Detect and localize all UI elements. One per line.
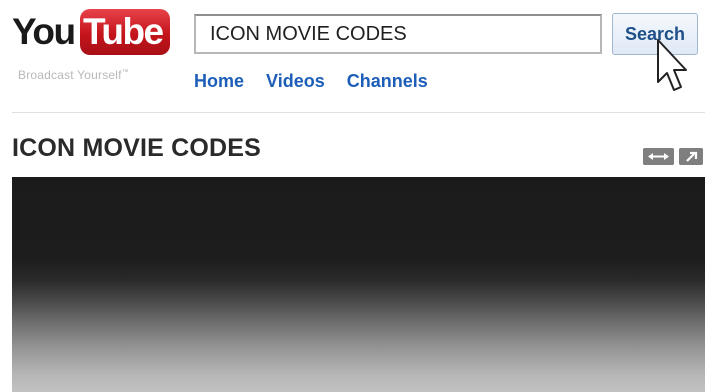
header-divider xyxy=(12,112,705,113)
video-title: ICON MOVIE CODES xyxy=(12,134,262,162)
page: You Tube Broadcast Yourself™ Search Home… xyxy=(0,0,705,392)
nav-link-videos[interactable]: Videos xyxy=(266,68,325,96)
tagline-text: Broadcast Yourself xyxy=(18,68,122,82)
search-input[interactable] xyxy=(194,14,602,54)
logo-tube-text: Tube xyxy=(83,11,164,52)
popout-arrow-icon[interactable] xyxy=(679,148,703,165)
trademark-mark: ™ xyxy=(121,69,129,76)
youtube-logo[interactable]: You Tube xyxy=(12,8,170,68)
mouse-pointer-icon xyxy=(655,38,695,100)
nav-link-channels[interactable]: Channels xyxy=(347,68,428,96)
logo-tagline: Broadcast Yourself™ xyxy=(18,68,129,82)
logo-you-text: You xyxy=(12,11,76,52)
main-nav: Home Videos Channels xyxy=(194,68,428,96)
logo-tube-badge: Tube xyxy=(80,9,170,55)
video-player[interactable] xyxy=(12,177,705,392)
nav-link-home[interactable]: Home xyxy=(194,68,244,96)
expand-arrows-icon[interactable] xyxy=(643,148,674,165)
